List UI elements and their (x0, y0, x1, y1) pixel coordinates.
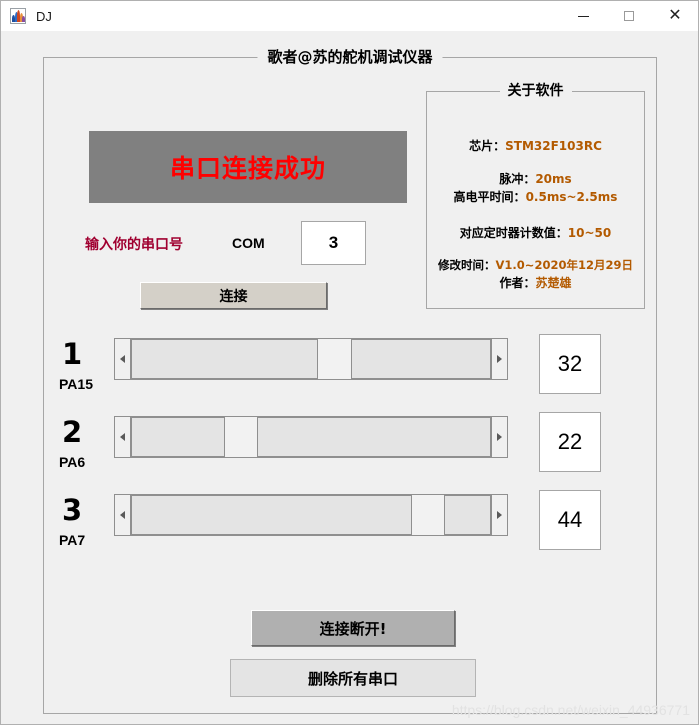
servo-value-1[interactable]: 32 (539, 334, 601, 394)
slider-thumb-2[interactable] (224, 417, 257, 457)
slider-left-page-3[interactable] (131, 495, 412, 535)
main-panel-title: 歌者@苏的舵机调试仪器 (257, 46, 443, 67)
maximize-icon (624, 11, 634, 21)
slider-right-page-3[interactable] (444, 495, 491, 535)
about-version-value: V1.0~2020年12月29日 (495, 258, 633, 272)
client-area: 歌者@苏的舵机调试仪器 关于软件 芯片：STM32F103RC 脉冲：20ms … (1, 31, 698, 724)
slider-track-2[interactable] (130, 417, 492, 457)
about-author-label: 作者： (499, 276, 536, 290)
slider-left-page-1[interactable] (131, 339, 319, 379)
about-chip-label: 芯片： (469, 139, 506, 153)
slider-right-page-1[interactable] (350, 339, 491, 379)
chevron-right-icon (497, 355, 502, 363)
servo-slider-3[interactable] (114, 494, 508, 536)
slider-increment-button-1[interactable] (492, 339, 507, 379)
com-port-prompt-label: 输入你的串口号 (85, 237, 183, 253)
chevron-left-icon (120, 511, 125, 519)
slider-left-page-2[interactable] (131, 417, 225, 457)
minimize-icon (577, 15, 589, 17)
servo-row-1: 1 PA15 32 (44, 333, 656, 411)
slider-decrement-button-3[interactable] (115, 495, 130, 535)
servo-value-2[interactable]: 22 (539, 412, 601, 472)
slider-increment-button-2[interactable] (492, 417, 507, 457)
main-panel: 歌者@苏的舵机调试仪器 关于软件 芯片：STM32F103RC 脉冲：20ms … (43, 46, 657, 714)
chevron-right-icon (497, 511, 502, 519)
connection-status-text: 串口连接成功 (169, 154, 326, 183)
chevron-left-icon (120, 433, 125, 441)
about-version-label: 修改时间： (438, 258, 496, 272)
about-pulse-line: 脉冲：20ms (427, 170, 644, 187)
servo-index-2: 2 (62, 415, 83, 449)
minimize-button[interactable] (560, 1, 606, 31)
slider-increment-button-3[interactable] (492, 495, 507, 535)
slider-track-3[interactable] (130, 495, 492, 535)
about-chip-value: STM32F103RC (505, 139, 602, 153)
about-author-line: 作者：苏楚雄 (427, 274, 644, 291)
close-icon: ✕ (668, 7, 682, 24)
slider-thumb-3[interactable] (411, 495, 445, 535)
servo-row-2: 2 PA6 22 (44, 411, 656, 489)
slider-track-1[interactable] (130, 339, 492, 379)
servo-pin-2: PA6 (59, 454, 86, 470)
about-high-level-line: 高电平时间：0.5ms~2.5ms (427, 188, 644, 205)
servo-slider-2[interactable] (114, 416, 508, 458)
disconnect-button[interactable]: 连接断开! (251, 610, 455, 646)
servo-index-1: 1 (62, 337, 83, 371)
chevron-right-icon (497, 433, 502, 441)
about-version-line: 修改时间：V1.0~2020年12月29日 (427, 257, 644, 273)
close-button[interactable]: ✕ (652, 1, 698, 31)
servo-pin-1: PA15 (59, 376, 93, 392)
about-timer-label: 对应定时器计数值： (459, 226, 568, 240)
about-panel-title: 关于软件 (499, 80, 572, 100)
about-timer-value: 10~50 (567, 226, 612, 240)
about-chip-line: 芯片：STM32F103RC (427, 137, 644, 154)
servo-row-3: 3 PA7 44 (44, 489, 656, 567)
about-software-panel: 关于软件 芯片：STM32F103RC 脉冲：20ms 高电平时间：0.5ms~… (426, 80, 645, 309)
matlab-icon (10, 8, 26, 24)
window-title: DJ (36, 8, 52, 24)
servo-slider-1[interactable] (114, 338, 508, 380)
about-pulse-label: 脉冲： (499, 172, 536, 186)
about-high-level-label: 高电平时间： (453, 190, 526, 204)
servo-value-3[interactable]: 44 (539, 490, 601, 550)
application-window: DJ ✕ 歌者@苏的舵机调试仪器 关于软件 芯片：STM32F103RC 脉冲：… (0, 0, 699, 725)
servo-index-3: 3 (62, 493, 83, 527)
watermark: https://blog.csdn.net/weixin_44936771 (451, 702, 690, 718)
servo-pin-3: PA7 (59, 532, 86, 548)
com-port-input[interactable]: 3 (301, 221, 366, 265)
about-pulse-value: 20ms (535, 172, 572, 186)
title-bar: DJ ✕ (1, 1, 698, 31)
connection-status-display: 串口连接成功 (89, 131, 407, 203)
about-high-level-value: 0.5ms~2.5ms (525, 190, 618, 204)
connect-button[interactable]: 连接 (140, 282, 327, 309)
slider-thumb-1[interactable] (318, 339, 351, 379)
slider-decrement-button-2[interactable] (115, 417, 130, 457)
delete-all-ports-button[interactable]: 删除所有串口 (230, 659, 476, 697)
slider-right-page-2[interactable] (257, 417, 491, 457)
about-author-value: 苏楚雄 (535, 276, 572, 290)
about-timer-line: 对应定时器计数值：10~50 (427, 224, 644, 241)
com-label: COM (232, 235, 265, 251)
maximize-button[interactable] (606, 1, 652, 31)
slider-decrement-button-1[interactable] (115, 339, 130, 379)
chevron-left-icon (120, 355, 125, 363)
